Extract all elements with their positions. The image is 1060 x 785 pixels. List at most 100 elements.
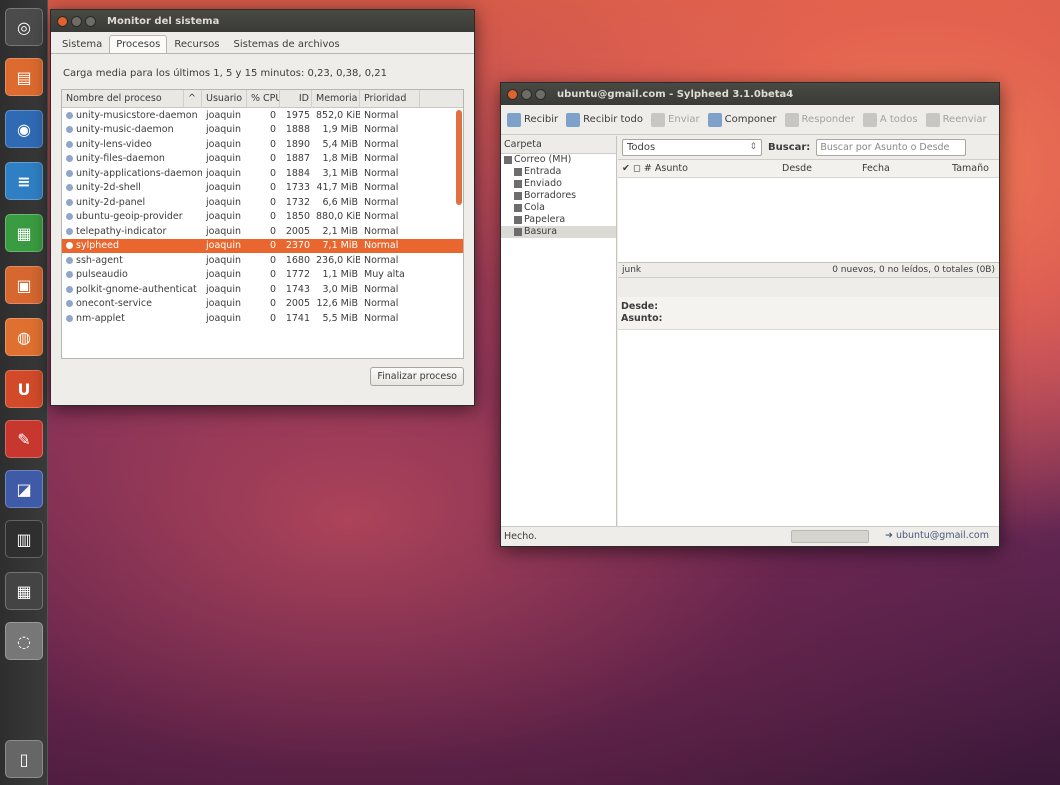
trash-icon[interactable]: ▯	[5, 740, 43, 778]
minimize-button[interactable]	[521, 88, 532, 100]
settings-icon[interactable]: ✎	[5, 420, 43, 458]
column-header[interactable]: Prioridad	[360, 90, 420, 108]
table-row[interactable]: unity-2d-shell joaquin 0 1733 41,7 MiB Normal	[62, 181, 463, 196]
table-row[interactable]: ubuntu-geoip-provider joaquin 0 1850 880,0 K…	[62, 210, 463, 225]
column-header[interactable]: Nombre del proceso	[62, 90, 184, 108]
close-button[interactable]	[507, 88, 518, 100]
tab-1[interactable]: Procesos	[109, 35, 168, 53]
cell-text: 1887	[285, 153, 310, 165]
cell: 6,6 MiB	[312, 197, 360, 208]
cell: Normal	[360, 284, 420, 295]
folder-item[interactable]: Entrada	[501, 166, 616, 178]
disk-icon[interactable]: ◌	[5, 622, 43, 660]
table-row[interactable]: telepathy-indicator joaquin 0 2005 2,1 MiB No…	[62, 224, 463, 239]
workspaces-icon[interactable]: ▦	[5, 572, 43, 610]
process-table[interactable]: Nombre del proceso ^ Usuario% CPU ID Memoria…	[61, 89, 464, 359]
account-indicator[interactable]: ➜ ubuntu@gmail.com	[885, 530, 989, 541]
files-icon[interactable]: ▤	[5, 58, 43, 96]
table-row[interactable]: onecont-service joaquin 0 2005 12,6 MiB Norma…	[62, 297, 463, 312]
cell-text: 1975	[285, 109, 310, 121]
toolbar-label: A todos	[879, 114, 918, 125]
toolbar-button-5[interactable]: A todos	[862, 112, 918, 127]
process-icon	[66, 213, 73, 221]
search-input[interactable]: Buscar por Asunto o Desde	[816, 139, 967, 156]
minimize-button[interactable]	[71, 15, 82, 27]
column-header[interactable]: Memoria	[312, 90, 360, 108]
cell-text: joaquin	[206, 225, 241, 237]
folder-item[interactable]: Basura	[501, 226, 616, 238]
toolbar-button-3[interactable]: Componer	[707, 112, 777, 127]
table-row[interactable]: sylpheed joaquin 0 2370 7,1 MiB Normal	[62, 238, 463, 253]
tab-0[interactable]: Sistema	[55, 35, 109, 53]
folder-item[interactable]: Borradores	[501, 190, 616, 202]
column-header[interactable]: Fecha	[858, 163, 948, 174]
folder-item[interactable]: Enviado	[501, 178, 616, 190]
toolbar-button-6[interactable]: Reenviar	[925, 112, 987, 127]
scrollbar[interactable]	[456, 110, 462, 205]
column-header[interactable]: ID	[280, 90, 312, 108]
table-row[interactable]: pulseaudio joaquin 0 1772 1,1 MiB Muy alta	[62, 268, 463, 283]
folder-tree[interactable]: Carpeta Correo (MH) Entrada Enviado Borrado…	[501, 136, 617, 526]
folder-item[interactable]: Cola	[501, 202, 616, 214]
cell-text: Muy alta	[364, 269, 405, 281]
column-header[interactable]: Usuario	[202, 90, 247, 108]
toolbar-label: Enviar	[668, 114, 700, 125]
toolbar-button-4[interactable]: Responder	[784, 112, 855, 127]
table-row[interactable]: unity-lens-video joaquin 0 1890 5,4 MiB Norma…	[62, 137, 463, 152]
close-button[interactable]	[57, 15, 68, 27]
end-process-button[interactable]: Finalizar proceso	[370, 367, 464, 386]
column-header[interactable]: ✔ ◻ # Asunto	[618, 163, 778, 174]
filter-select[interactable]: Todos	[622, 139, 762, 156]
cell-text: joaquin	[206, 196, 241, 208]
cell-text: joaquin	[206, 312, 241, 324]
table-row[interactable]: polkit-gnome-authenticat joaquin 0 1743 3,0 …	[62, 282, 463, 297]
cell: unity-files-daemon	[62, 153, 202, 164]
system-monitor-icon[interactable]: ◪	[5, 470, 43, 508]
ubuntu-one-icon[interactable]: U	[5, 370, 43, 408]
cell-text: 0	[269, 283, 276, 295]
cell: 880,0 KiB	[312, 211, 360, 222]
system-monitor-titlebar[interactable]: Monitor del sistema	[51, 10, 474, 32]
firefox-icon[interactable]: ◉	[5, 110, 43, 148]
tab-2[interactable]: Recursos	[167, 35, 226, 53]
table-row[interactable]: unity-applications-daemon joaquin 0 1884 3,1…	[62, 166, 463, 181]
dash-home-icon[interactable]: ◎	[5, 8, 43, 46]
impress-icon[interactable]: ▣	[5, 266, 43, 304]
column-header[interactable]: Tamaño	[948, 163, 989, 174]
writer-icon[interactable]: ≡	[5, 162, 43, 200]
table-row[interactable]: unity-music-daemon joaquin 0 1888 1,9 MiB Nor…	[62, 123, 463, 138]
message-preview[interactable]: Desde: Asunto:	[618, 297, 999, 526]
cell-text: unity-musicstore-daemon	[76, 109, 198, 121]
message-list[interactable]: ✔ ◻ # Asunto Desde Fecha Tamaño	[618, 160, 999, 263]
cell: 0	[247, 211, 280, 222]
table-row[interactable]: nm-applet joaquin 0 1741 5,5 MiB Normal	[62, 311, 463, 326]
table-row[interactable]: unity-files-daemon joaquin 0 1887 1,8 MiB Nor…	[62, 152, 463, 167]
calc-icon[interactable]: ▦	[5, 214, 43, 252]
cell-text: ssh-agent	[76, 254, 123, 266]
tab-3[interactable]: Sistemas de archivos	[226, 35, 346, 53]
table-row[interactable]: unity-musicstore-daemon joaquin 0 1975 852,0…	[62, 108, 463, 123]
cell: Normal	[360, 124, 420, 135]
cell-text: 0	[269, 240, 276, 252]
cell: 1,1 MiB	[312, 269, 360, 280]
sylpheed-titlebar[interactable]: ubuntu@gmail.com - Sylpheed 3.1.0beta4	[501, 83, 999, 105]
terminal-icon[interactable]: ▥	[5, 520, 43, 558]
toolbar-button-2[interactable]: Enviar	[651, 112, 700, 127]
folder-label: Correo (MH)	[514, 154, 572, 165]
column-header[interactable]: Desde	[778, 163, 858, 174]
folder-item[interactable]: Correo (MH)	[501, 154, 616, 166]
toolbar-icon	[566, 112, 581, 127]
maximize-button[interactable]	[85, 15, 96, 27]
maximize-button[interactable]	[535, 88, 546, 100]
table-row[interactable]: ssh-agent joaquin 0 1680 236,0 KiB Normal	[62, 253, 463, 268]
cell-text: 1741	[285, 312, 310, 324]
cell: Normal	[360, 153, 420, 164]
column-header[interactable]: % CPU	[247, 90, 280, 108]
folder-item[interactable]: Papelera	[501, 214, 616, 226]
table-row[interactable]: unity-2d-panel joaquin 0 1732 6,6 MiB Normal	[62, 195, 463, 210]
cell: 852,0 KiB	[312, 110, 360, 121]
toolbar-button-0[interactable]: Recibir	[507, 112, 558, 127]
toolbar-button-1[interactable]: Recibir todo	[566, 112, 643, 127]
software-center-icon[interactable]: ◍	[5, 318, 43, 356]
cell: joaquin	[202, 269, 247, 280]
